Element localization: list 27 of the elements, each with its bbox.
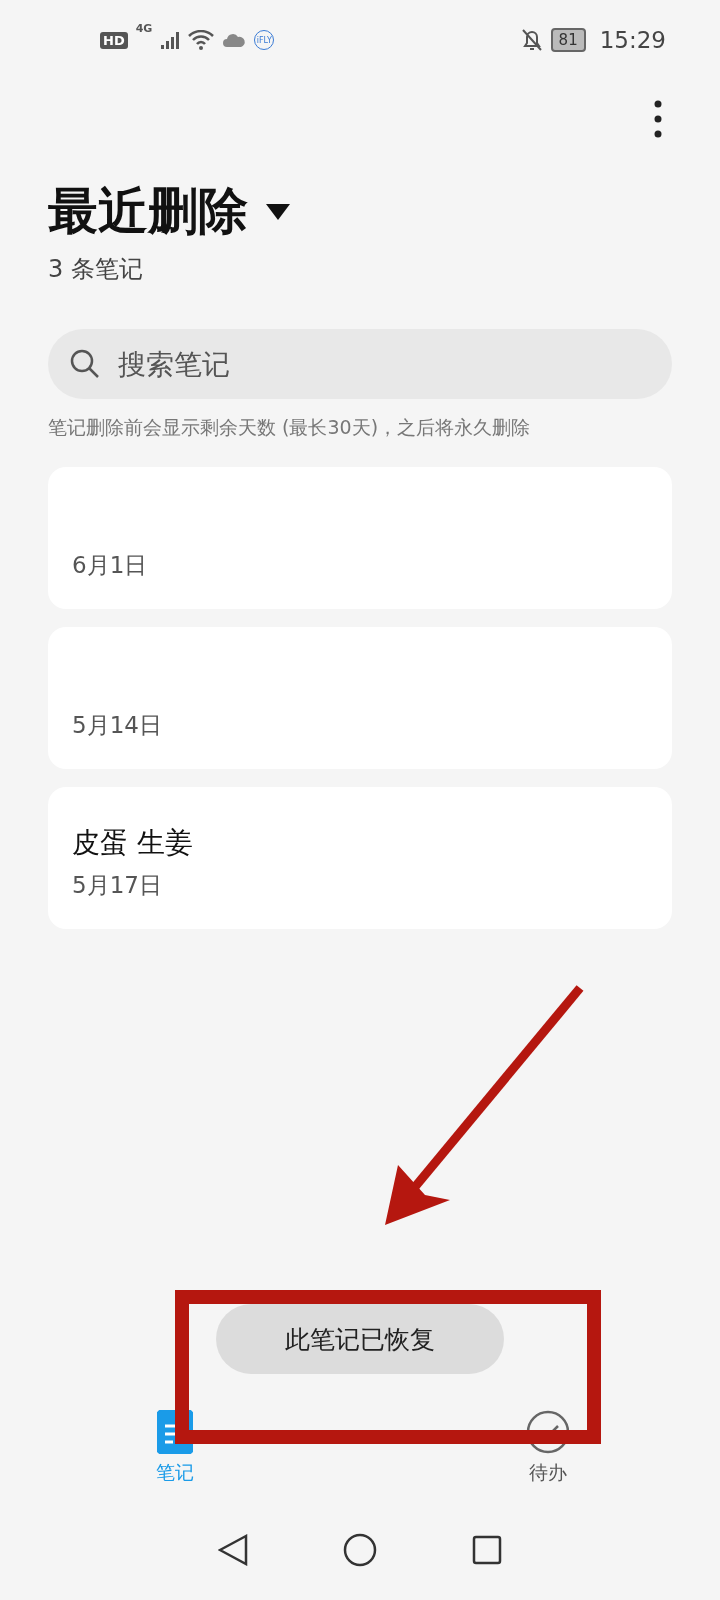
- clock: 15:29: [599, 27, 666, 53]
- page-title: 最近删除: [48, 181, 248, 242]
- wifi-icon: [188, 30, 215, 50]
- toast-message: 此笔记已恢复: [216, 1304, 504, 1374]
- search-icon: [70, 349, 100, 379]
- back-button[interactable]: [217, 1534, 248, 1566]
- signal-icon: [160, 30, 181, 50]
- dropdown-caret-icon[interactable]: [266, 203, 290, 220]
- search-field[interactable]: 搜索笔记: [48, 329, 672, 399]
- cloud-icon: [222, 32, 247, 48]
- note-date: 5月14日: [72, 711, 163, 740]
- bell-off-icon: [520, 28, 543, 52]
- note-date: 6月1日: [72, 551, 149, 580]
- deletion-notice: 笔记删除前会显示剩余天数 (最长30天)，之后将永久删除: [47, 415, 532, 440]
- note-count: 3 条笔记: [47, 254, 144, 285]
- home-button[interactable]: [343, 1533, 377, 1567]
- hd-indicator: HD: [100, 31, 128, 49]
- note-date: 5月17日: [72, 871, 163, 900]
- note-card[interactable]: 6月1日: [48, 467, 672, 609]
- recents-button[interactable]: [472, 1535, 503, 1565]
- more-menu-icon[interactable]: [654, 100, 662, 138]
- network-label: 4G: [135, 22, 153, 35]
- note-card[interactable]: 5月14日: [48, 627, 672, 769]
- note-title: 皮蛋 生姜: [72, 825, 194, 861]
- battery-indicator: 81: [550, 28, 586, 52]
- bottom-tab[interactable]: 待办: [526, 1410, 570, 1500]
- note-card[interactable]: 皮蛋 生姜 5月17日: [48, 787, 672, 929]
